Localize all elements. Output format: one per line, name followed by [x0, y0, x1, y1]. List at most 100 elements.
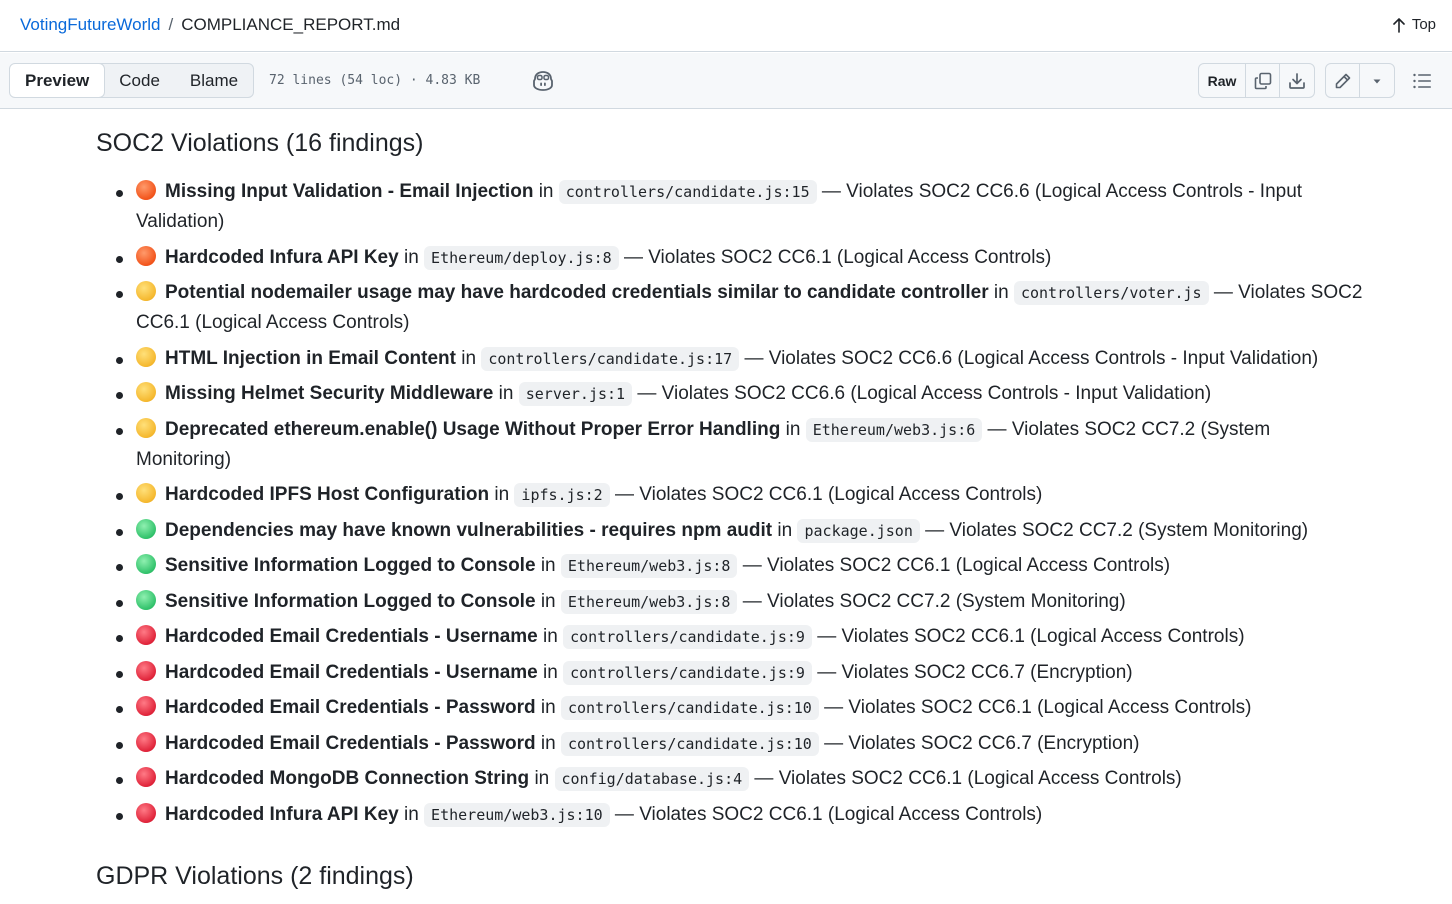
gdpr-heading: GDPR Violations (2 findings) [96, 861, 414, 890]
severity-low-icon [136, 518, 156, 539]
finding-in-connector: in [993, 282, 1009, 303]
finding-violation: — Violates SOC2 CC6.1 (Logical Access Co… [623, 246, 1052, 268]
severity-critical-icon [136, 731, 156, 752]
finding-in-connector: in [498, 383, 514, 404]
finding-violation: — Violates SOC2 CC6.6 (Logical Access Co… [637, 383, 1212, 404]
markdown-body: SOC2 Violations (16 findings) Missing In… [96, 124, 1366, 895]
raw-button[interactable]: Raw [1199, 64, 1246, 97]
view-mode-tabs: Preview Code Blame [9, 63, 255, 98]
file-header: VotingFutureWorld / COMPLIANCE_REPORT.md T… [0, 0, 1452, 52]
bullet-dot [116, 812, 123, 820]
finding-file-path: config/database.js:4 [554, 767, 750, 791]
finding-in-connector: in [461, 347, 477, 369]
finding-violation: — Violates SOC2 CC7.2 (System Monitoring… [742, 590, 1126, 612]
severity-critical-icon [136, 802, 156, 823]
list-item: Hardcoded Email Credentials - Password i… [96, 693, 1366, 723]
bullet-dot [116, 670, 123, 678]
outline-button[interactable] [1406, 66, 1438, 96]
list-item: Hardcoded Infura API Key in Ethereum/web… [96, 800, 1366, 830]
bullet-dot [116, 190, 123, 197]
bullet-dot [116, 392, 123, 399]
severity-high-icon [136, 245, 156, 266]
severity-medium-icon [136, 382, 156, 402]
severity-medium-icon [136, 281, 156, 301]
back-to-top-label: Top [1411, 16, 1436, 33]
tab-code[interactable]: Code [104, 64, 175, 97]
download-icon [1289, 72, 1305, 89]
finding-violation: — Violates SOC2 CC6.7 (Encryption) [824, 732, 1140, 754]
finding-title: Sensitive Information Logged to Console [165, 590, 536, 612]
finding-violation: — Violates SOC2 CC6.7 (Encryption) [817, 661, 1133, 683]
soc2-findings-list: Missing Input Validation - Email Injecti… [96, 177, 1366, 830]
edit-file-button[interactable] [1326, 64, 1360, 97]
bullet-dot [116, 635, 123, 642]
severity-low-icon [136, 589, 156, 610]
severity-critical-icon [136, 767, 156, 787]
severity-critical-icon [136, 625, 156, 645]
finding-violation: — Violates SOC2 CC6.6 (Logical Access Co… [744, 347, 1319, 369]
finding-title: Missing Helmet Security Middleware [165, 383, 494, 404]
finding-in-connector: in [540, 590, 556, 612]
finding-title: Hardcoded Email Credentials - Password [165, 697, 536, 718]
finding-file-path: controllers/candidate.js:10 [560, 696, 819, 720]
arrow-up-icon [1393, 18, 1405, 33]
edit-actions-group [1325, 63, 1395, 98]
copy-icon [1254, 72, 1271, 89]
finding-title: Hardcoded Email Credentials - Username [165, 626, 538, 647]
finding-violation: — Violates SOC2 CC6.1 (Logical Access Co… [742, 555, 1171, 576]
list-item: Hardcoded Email Credentials - Username i… [96, 658, 1366, 688]
severity-low-icon [136, 554, 156, 574]
bullet-dot [116, 427, 123, 435]
finding-file-path: Ethereum/web3.js:8 [560, 554, 738, 578]
list-item: Deprecated ethereum.enable() Usage Witho… [96, 415, 1366, 475]
bullet-dot [116, 291, 123, 298]
bullet-dot [116, 741, 123, 749]
tab-blame[interactable]: Blame [175, 64, 253, 97]
finding-title: Missing Input Validation - Email Injecti… [165, 181, 534, 202]
back-to-top-button[interactable]: Top [1392, 15, 1436, 35]
severity-critical-icon [136, 660, 156, 681]
finding-file-path: ipfs.js:2 [514, 483, 610, 507]
finding-in-connector: in [543, 661, 558, 683]
finding-violation: — Violates SOC2 CC6.1 (Logical Access Co… [817, 626, 1245, 647]
finding-file-path: Ethereum/web3.js:10 [424, 802, 610, 827]
finding-in-connector: in [540, 697, 556, 718]
finding-title: Deprecated ethereum.enable() Usage Witho… [165, 418, 781, 440]
finding-in-connector: in [403, 803, 419, 825]
list-item: Hardcoded MongoDB Connection String in c… [96, 764, 1366, 794]
finding-file-path: Ethereum/web3.js:6 [805, 417, 983, 442]
breadcrumb-file-name: COMPLIANCE_REPORT.md [181, 15, 401, 34]
breadcrumb-repo-link[interactable]: VotingFutureWorld [20, 15, 160, 34]
tab-preview[interactable]: Preview [10, 64, 106, 97]
finding-violation: — Violates SOC2 CC7.2 (System Monitoring… [925, 519, 1309, 541]
finding-violation: — Violates SOC2 CC6.1 (Logical Access Co… [824, 697, 1252, 718]
finding-in-connector: in [540, 732, 556, 754]
bullet-dot [116, 564, 123, 571]
severity-critical-icon [136, 696, 156, 716]
finding-file-path: Ethereum/web3.js:8 [560, 589, 738, 614]
finding-title: Hardcoded Email Credentials - Username [165, 661, 538, 683]
finding-title: Hardcoded Infura API Key [165, 803, 399, 825]
severity-medium-icon [136, 417, 156, 438]
list-item: Hardcoded Email Credentials - Password i… [96, 729, 1366, 759]
severity-medium-icon [136, 346, 156, 367]
finding-file-path: controllers/candidate.js:15 [558, 180, 817, 204]
copy-raw-button[interactable] [1246, 64, 1280, 97]
finding-in-connector: in [785, 418, 801, 440]
finding-title: HTML Injection in Email Content [165, 347, 456, 369]
finding-in-connector: in [534, 768, 550, 789]
finding-title: Sensitive Information Logged to Console [165, 555, 536, 576]
bullet-dot [116, 493, 123, 500]
download-button[interactable] [1280, 64, 1314, 97]
bullet-dot [116, 255, 123, 263]
triangle-down-icon [1373, 79, 1381, 83]
pencil-icon [1335, 73, 1350, 88]
list-item: Hardcoded IPFS Host Configuration in ipf… [96, 480, 1366, 510]
breadcrumb-separator: / [168, 15, 174, 34]
finding-file-path: controllers/candidate.js:9 [563, 625, 812, 649]
list-unordered-icon [1413, 73, 1431, 89]
edit-options-dropdown[interactable] [1360, 64, 1394, 97]
finding-file-path: controllers/candidate.js:17 [481, 346, 740, 371]
copilot-icon[interactable] [531, 70, 555, 92]
list-item: Missing Helmet Security Middleware in se… [96, 379, 1366, 409]
